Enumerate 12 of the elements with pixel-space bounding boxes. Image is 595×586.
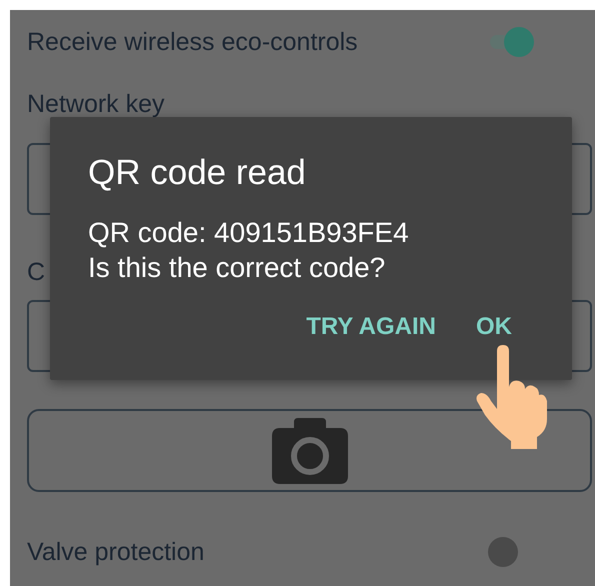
toggle-switch[interactable]	[488, 27, 534, 57]
setting-label: Valve protection	[27, 539, 204, 565]
dialog-title: QR code read	[88, 155, 307, 191]
hand-pointer-icon	[475, 345, 549, 449]
setting-label: Receive wireless eco-controls	[27, 29, 358, 55]
dialog-message: QR code: 409151B93FE4	[88, 216, 410, 250]
field-label: Network key	[27, 92, 165, 116]
dialog-button[interactable]: OK	[466, 309, 522, 345]
camera-icon	[272, 418, 348, 484]
dialog-message: Is this the correct code?	[88, 251, 386, 285]
dialog-button[interactable]: TRY AGAIN	[296, 309, 446, 345]
field-label: C	[27, 260, 46, 284]
